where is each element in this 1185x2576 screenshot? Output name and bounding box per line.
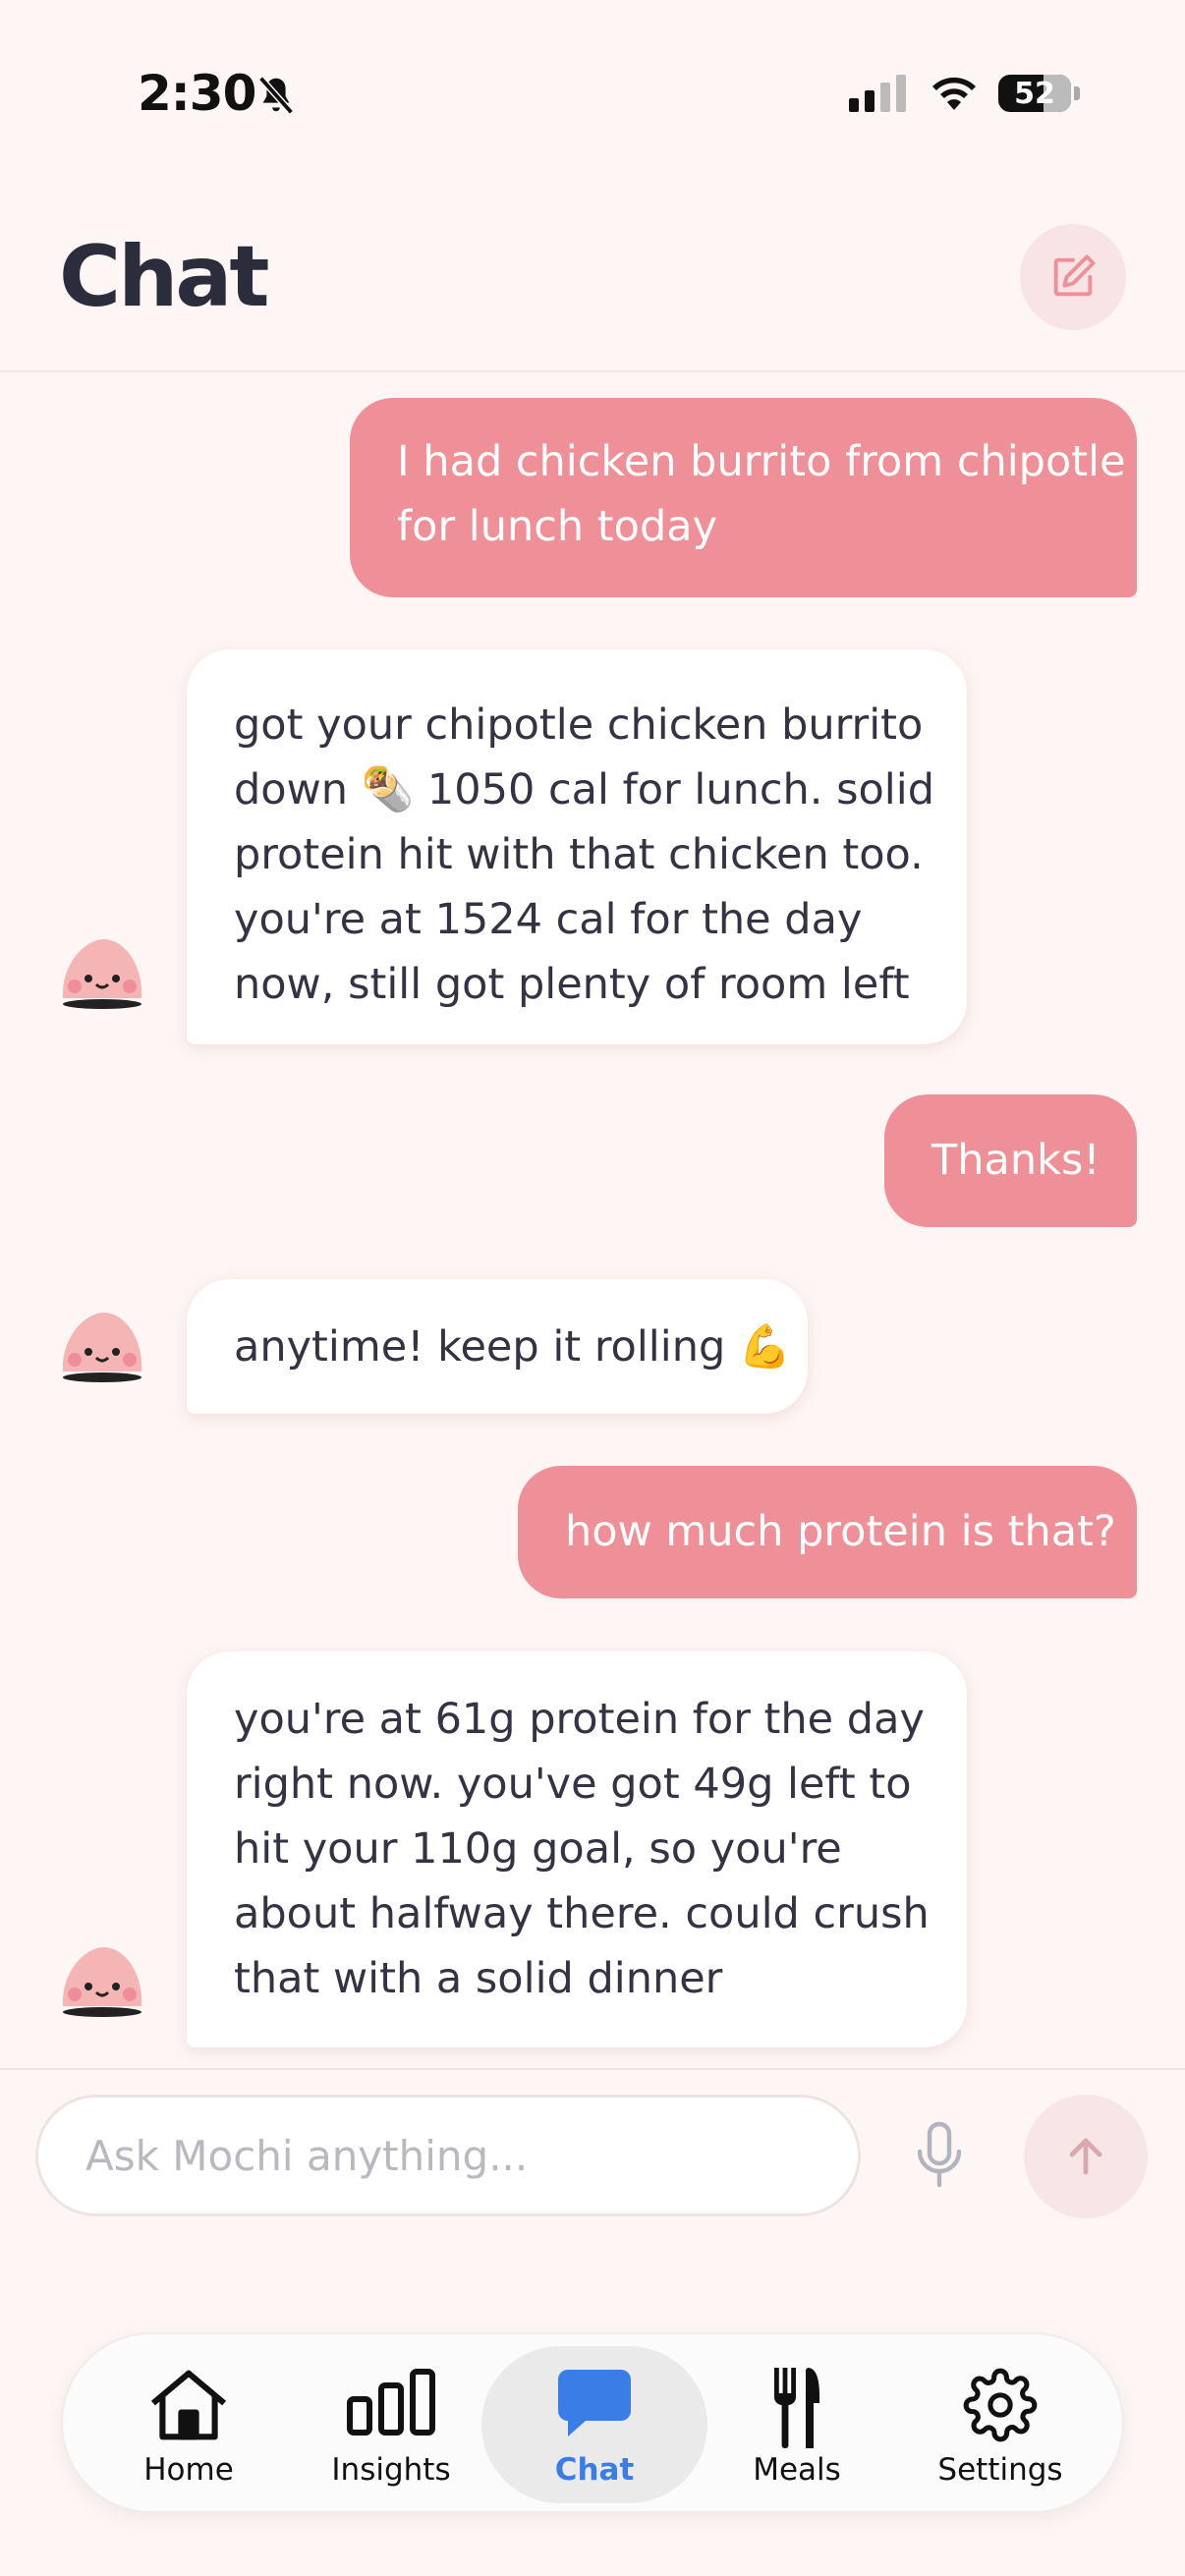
tab-chat[interactable]: Chat [481,2334,707,2515]
tab-settings[interactable]: Settings [902,2334,1099,2515]
arrow-up-icon [1069,2138,1102,2175]
silent-bell-icon [254,73,299,122]
microphone-button[interactable] [914,2120,965,2191]
message-line: now, still got plenty of room left [234,960,910,1009]
message-line: how much protein is that? [565,1507,1116,1556]
microphone-icon [917,2121,962,2188]
wifi-icon [928,71,981,116]
message-line: down 🌯 1050 cal for lunch. solid [234,765,934,814]
tab-label: Chat [554,2452,635,2488]
message-line: for lunch today [397,502,718,551]
tab-label: Home [143,2452,234,2488]
status-time: 2:30 [138,65,256,122]
message-line: about halfway there. could crush [234,1889,930,1938]
message-line: that with a solid dinner [234,1954,723,2003]
mochi-avatar [55,935,149,1014]
bar-chart-icon [347,2369,435,2436]
message-line: you're at 61g protein for the day [234,1695,925,1744]
tab-label: Meals [753,2452,841,2488]
send-button[interactable] [1024,2095,1148,2218]
message-line: you're at 1524 cal for the day [234,895,863,944]
bot-message: you're at 61g protein for the day right … [187,1652,967,2047]
tab-bar: Home Insights Chat Meals Settings [61,2332,1124,2513]
page-title: Chat [59,228,269,326]
bot-message: got your chipotle chicken burrito down 🌯… [187,649,967,1044]
message-line: hit your 110g goal, so you're [234,1824,842,1874]
mochi-avatar [55,1309,149,1387]
tab-insights[interactable]: Insights [293,2334,489,2515]
chat-input[interactable] [35,2095,861,2216]
battery-percent: 52 [1014,77,1055,111]
bot-message: anytime! keep it rolling 💪 [187,1279,808,1414]
user-message: Thanks! [884,1094,1137,1227]
chat-bubble-icon [558,2370,631,2436]
tab-label: Insights [331,2452,451,2488]
home-icon [150,2370,227,2440]
tab-home[interactable]: Home [90,2334,287,2515]
compose-icon [1053,254,1096,297]
message-line: Thanks! [931,1136,1100,1185]
user-message: I had chicken burrito from chipotle for … [350,398,1137,597]
message-line: anytime! keep it rolling 💪 [234,1322,792,1372]
battery-indicator: 52 [998,75,1071,112]
mochi-avatar [55,1943,149,2022]
fork-knife-icon [774,2368,819,2448]
tab-meals[interactable]: Meals [699,2334,895,2515]
input-divider [0,2068,1185,2070]
cellular-signal-icon [849,75,908,118]
gear-icon [963,2368,1038,2442]
message-line: got your chipotle chicken burrito [234,700,924,750]
user-message: how much protein is that? [518,1466,1137,1598]
new-chat-button[interactable] [1020,224,1126,330]
tab-label: Settings [937,2452,1063,2488]
message-line: protein hit with that chicken too. [234,830,924,879]
message-line: I had chicken burrito from chipotle [397,437,1126,486]
header-divider [0,370,1185,372]
status-bar: 2:30 52 [0,0,1185,187]
message-line: right now. you've got 49g left to [234,1760,912,1809]
